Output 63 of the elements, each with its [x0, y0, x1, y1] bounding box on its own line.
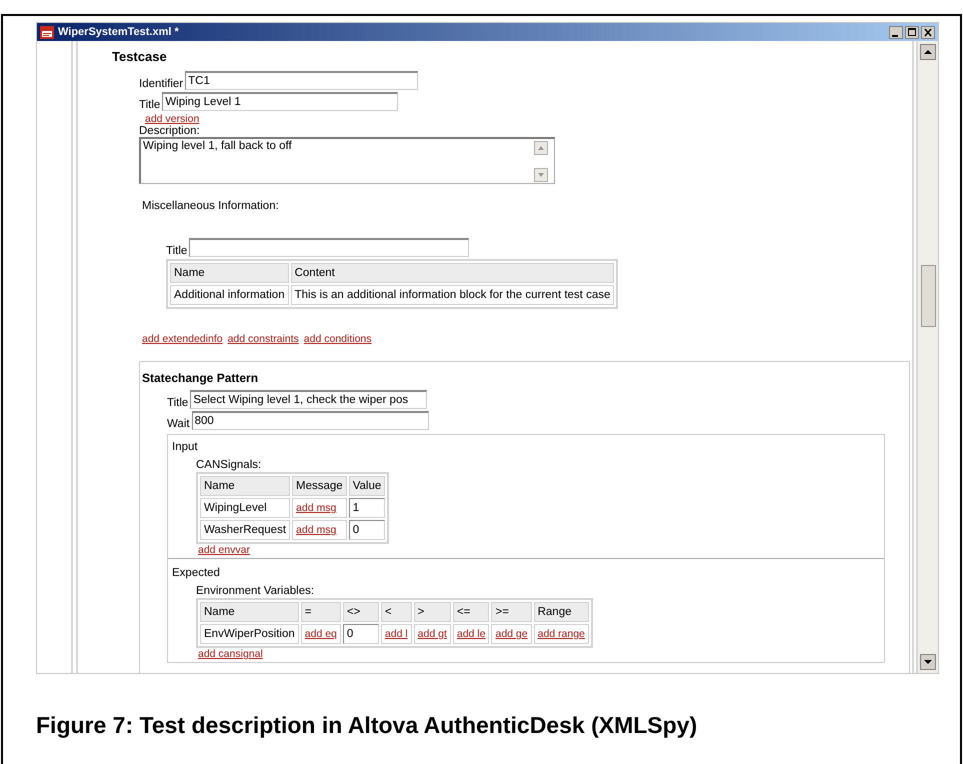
statechange-heading: Statechange Pattern — [142, 371, 260, 385]
column-header: Value — [348, 476, 386, 496]
table-label: Environment Variables: — [196, 585, 316, 597]
column-header: Message — [292, 476, 347, 496]
table-cell: Additional information — [170, 285, 289, 305]
text-field[interactable]: Select Wiping level 1, check the wiper pos — [190, 390, 428, 409]
column-header: <> — [342, 602, 379, 622]
testcase-heading: Testcase — [112, 49, 168, 64]
table-label: CANSignals: — [196, 459, 262, 471]
text-field[interactable] — [189, 238, 470, 257]
field-label: Title — [166, 245, 188, 257]
column-header: Name — [200, 476, 290, 496]
expected-label: Expected — [172, 567, 221, 579]
scroll-up-icon[interactable] — [920, 44, 936, 60]
add-version-link[interactable]: add version — [145, 113, 200, 125]
description-label: Description: — [139, 125, 201, 137]
xml-file-icon — [40, 26, 54, 38]
add-link[interactable]: add eq — [304, 628, 337, 640]
field-label: Title — [167, 397, 188, 409]
vertical-scrollbar[interactable] — [918, 41, 938, 673]
field-label: Wait — [167, 418, 190, 430]
table-cell: This is an additional information block for the current test case — [290, 285, 614, 305]
input-label: Input — [172, 441, 199, 453]
add-link[interactable]: add constraints — [228, 333, 299, 345]
column-header: < — [380, 602, 412, 622]
misc-info-label: Miscellaneous Information: — [142, 200, 280, 212]
figure-caption: Figure 7: Test description in Altova AuthenticDesk (XMLSpy) — [36, 712, 698, 739]
close-button[interactable] — [921, 26, 935, 38]
text-field[interactable]: Wiping Level 1 — [162, 92, 398, 111]
add-link[interactable]: add le — [456, 628, 486, 640]
add-link[interactable]: add l — [384, 628, 408, 640]
column-header: Name — [200, 602, 299, 622]
window-title: WiperSystemTest.xml * — [58, 26, 179, 38]
scroll-down-icon[interactable] — [920, 654, 936, 670]
column-header: <= — [452, 602, 490, 622]
table-cell: 0 — [342, 624, 379, 644]
minimize-button[interactable] — [889, 26, 903, 38]
table-cell: 1 — [348, 498, 386, 518]
column-header: >= — [491, 602, 532, 622]
column-header: Content — [290, 263, 614, 283]
add-link[interactable]: add msg — [296, 524, 336, 536]
add-link[interactable]: add cansignal — [198, 648, 263, 660]
field-label: Identifier — [139, 78, 184, 90]
column-header: = — [300, 602, 341, 622]
table-cell: WipingLevel — [200, 498, 290, 518]
add-link[interactable]: add msg — [296, 502, 336, 514]
text-field[interactable]: 800 — [192, 411, 429, 430]
table-cell: 0 — [348, 520, 386, 540]
add-link[interactable]: add envvar — [198, 544, 250, 556]
column-header: > — [414, 602, 451, 622]
table-cell: WasherRequest — [200, 520, 290, 540]
scrollbar-thumb[interactable] — [920, 265, 936, 327]
add-link[interactable]: add gt — [418, 628, 447, 640]
add-link[interactable]: add extendedinfo — [142, 333, 223, 345]
column-header: Range — [534, 602, 589, 622]
add-link[interactable]: add ge — [495, 628, 528, 640]
add-link[interactable]: add range — [538, 628, 585, 640]
add-link[interactable]: add conditions — [304, 333, 372, 345]
table-cell: EnvWiperPosition — [200, 624, 299, 644]
column-header: Name — [170, 263, 289, 283]
text-field[interactable]: TC1 — [185, 71, 418, 90]
maximize-button[interactable] — [905, 26, 919, 38]
field-label: Title — [139, 99, 160, 111]
